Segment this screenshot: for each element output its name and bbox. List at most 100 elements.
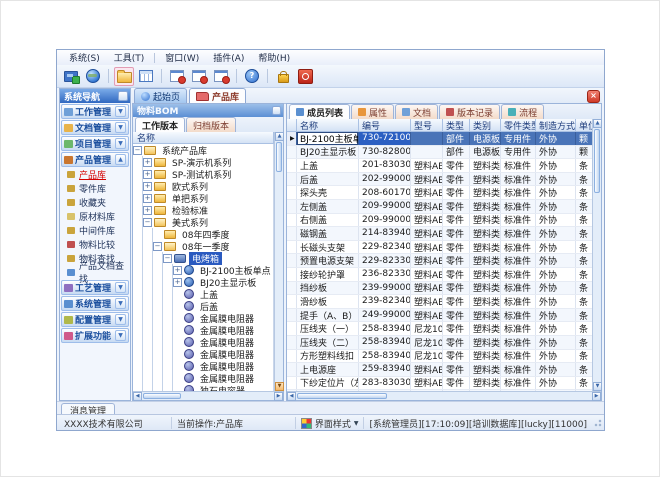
cell[interactable]: 左侧盖: [297, 200, 359, 213]
cell[interactable]: 塑料类: [470, 214, 501, 227]
tree-node-BJ-2100主板单点[interactable]: +BJ-2100主板单点: [133, 264, 273, 276]
tree-node-金属膜电阻器[interactable]: 金属膜电阻器: [133, 336, 273, 348]
cell[interactable]: 外协: [536, 241, 576, 254]
scroll-up-icon[interactable]: ▲: [593, 119, 602, 128]
tree-node-系统产品库[interactable]: −系统产品库: [133, 144, 273, 156]
chevron-down-icon[interactable]: ▼: [115, 298, 126, 309]
cell[interactable]: 塑料类: [470, 350, 501, 363]
cell[interactable]: 塑料ABS: [411, 200, 443, 213]
tree-horizontal-scrollbar[interactable]: ◀ ▶: [133, 391, 283, 400]
scroll-left-icon[interactable]: ◀: [133, 392, 142, 401]
collapse-minus-icon[interactable]: −: [163, 254, 172, 263]
collapse-minus-icon[interactable]: −: [133, 146, 142, 155]
tree-vertical-scrollbar[interactable]: ▲ ▼: [274, 132, 283, 391]
cell[interactable]: 上盖: [297, 159, 359, 172]
tree-node-上盖[interactable]: 上盖: [133, 288, 273, 300]
cell[interactable]: 塑料ABS: [411, 377, 443, 390]
chevron-down-icon[interactable]: ▼: [115, 122, 126, 133]
expand-plus-icon[interactable]: +: [143, 206, 152, 215]
sidebar-group-文档管理[interactable]: 文档管理▼: [61, 120, 129, 135]
window-1-button[interactable]: [167, 67, 187, 86]
tree-column-header[interactable]: 名称: [133, 132, 274, 144]
column-header-类型[interactable]: 类型: [443, 119, 470, 131]
cell[interactable]: 外协: [536, 132, 576, 145]
tree-node-独石电容器[interactable]: 独石电容器: [133, 384, 273, 391]
cell[interactable]: 塑料ABS: [411, 173, 443, 186]
tab-工作版本[interactable]: 工作版本: [135, 117, 185, 132]
table-row[interactable]: 左侧盖209-990001-01X塑料ABS零件塑料类标准件外协条: [287, 200, 592, 214]
computer-button[interactable]: [61, 67, 81, 86]
cell[interactable]: 条: [576, 363, 592, 376]
table-row[interactable]: 上电源座259-839403-00X塑料ABS零件塑料类标准件外协条: [287, 363, 592, 377]
table-scroll-thumb[interactable]: [594, 129, 600, 193]
scroll-down-icon[interactable]: ▼: [593, 382, 602, 391]
cell[interactable]: 条: [576, 200, 592, 213]
cell[interactable]: 外协: [536, 336, 576, 349]
cell[interactable]: 标准件: [501, 227, 536, 240]
table-vertical-scrollbar[interactable]: ▲ ▼: [592, 119, 601, 391]
help-button[interactable]: ?: [242, 67, 262, 86]
open-library-button[interactable]: [114, 67, 134, 86]
tab-版本记录[interactable]: 版本记录: [439, 104, 500, 119]
cell[interactable]: 塑料ABS: [411, 268, 443, 281]
table-row[interactable]: 压线夹（二）258-839402-00X尼龙1010零件塑料类标准件外协条: [287, 336, 592, 350]
expand-plus-icon[interactable]: +: [143, 158, 152, 167]
table-horizontal-scrollbar[interactable]: ◀ ▶: [287, 391, 601, 400]
cell[interactable]: 标准件: [501, 268, 536, 281]
cell[interactable]: 长磁头支架: [297, 241, 359, 254]
cell[interactable]: 零件: [443, 336, 470, 349]
cell[interactable]: 塑料类: [470, 227, 501, 240]
cell[interactable]: 零件: [443, 200, 470, 213]
cell[interactable]: 零件: [443, 186, 470, 199]
tab-成员列表[interactable]: 成员列表: [289, 104, 350, 119]
cell[interactable]: 外协: [536, 268, 576, 281]
cell[interactable]: 201-830302-00X: [359, 159, 411, 172]
cell[interactable]: 颗: [576, 132, 592, 145]
cell[interactable]: 塑料类: [470, 200, 501, 213]
cell[interactable]: 239-823401-00X: [359, 295, 411, 308]
cell[interactable]: 塑料类: [470, 268, 501, 281]
ui-style-dropdown[interactable]: 界面样式 ▼: [296, 417, 365, 429]
tree-node-SP-测试机系列[interactable]: +SP-测试机系列: [133, 168, 273, 180]
cell[interactable]: 塑料类: [470, 282, 501, 295]
cell[interactable]: 塑料类: [470, 241, 501, 254]
cell[interactable]: 零件: [443, 214, 470, 227]
cell[interactable]: 条: [576, 254, 592, 267]
chevron-down-icon[interactable]: ▼: [115, 282, 126, 293]
cell[interactable]: 塑料ABS: [411, 214, 443, 227]
cell[interactable]: 249-990001-01X: [359, 309, 411, 322]
table-row[interactable]: 下纱定位片（左）283-830301-00X塑料ABS零件塑料类标准件外协条: [287, 377, 592, 391]
cell[interactable]: 塑料ABS: [411, 363, 443, 376]
cell[interactable]: 零件: [443, 159, 470, 172]
tab-产品库[interactable]: 产品库: [189, 88, 246, 103]
expand-plus-icon[interactable]: +: [143, 194, 152, 203]
chevron-down-icon[interactable]: ▼: [115, 330, 126, 341]
cell[interactable]: 条: [576, 186, 592, 199]
cell[interactable]: 塑料类: [470, 295, 501, 308]
column-header-类别[interactable]: 类别: [470, 119, 501, 131]
cell[interactable]: 零件: [443, 254, 470, 267]
sidebar-item-中间件库[interactable]: 中间件库: [60, 223, 130, 237]
collapse-minus-icon[interactable]: −: [153, 242, 162, 251]
bom-panel-button[interactable]: [272, 106, 281, 115]
table-row[interactable]: 探头壳208-601701-01X塑料ABS零件塑料类标准件外协条: [287, 186, 592, 200]
cell[interactable]: 条: [576, 159, 592, 172]
cell[interactable]: 挡纱板: [297, 282, 359, 295]
cell[interactable]: BJ20主显示板: [297, 146, 359, 159]
cell[interactable]: 条: [576, 336, 592, 349]
cell[interactable]: 208-601701-01X: [359, 186, 411, 199]
cell[interactable]: 电源板: [470, 132, 501, 145]
cell[interactable]: 尼龙1010: [411, 336, 443, 349]
cell[interactable]: 239-990001-01X: [359, 282, 411, 295]
table-row[interactable]: 后盖202-990002-01X塑料ABS零件塑料类标准件外协条: [287, 173, 592, 187]
tree-node-金属膜电阻器[interactable]: 金属膜电阻器: [133, 360, 273, 372]
cell[interactable]: 塑料ABS: [411, 159, 443, 172]
cell[interactable]: 标准件: [501, 186, 536, 199]
chevron-down-icon[interactable]: ▼: [115, 314, 126, 325]
cell[interactable]: 外协: [536, 159, 576, 172]
cell[interactable]: 外协: [536, 282, 576, 295]
cell[interactable]: BJ-2100主板单点: [297, 132, 359, 145]
cell[interactable]: 零件: [443, 322, 470, 335]
menu-item[interactable]: 帮助(H): [251, 50, 297, 65]
cell[interactable]: 外协: [536, 377, 576, 390]
